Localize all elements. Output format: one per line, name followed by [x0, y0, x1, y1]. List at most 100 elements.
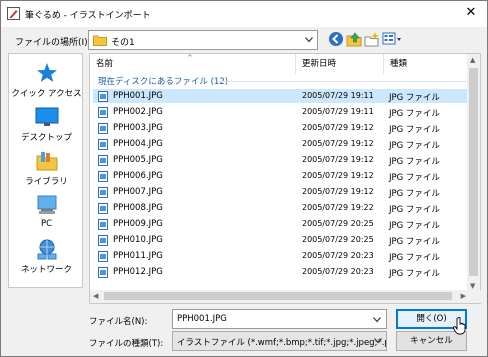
- jpg-file-icon: [98, 107, 108, 118]
- close-button[interactable]: ✕: [461, 4, 481, 22]
- filename-value: PPH001.JPG: [177, 314, 227, 324]
- filename-label: ファイル名(N):: [89, 317, 148, 327]
- place-quick-access[interactable]: クイック アクセス: [9, 62, 84, 99]
- file-date: 2005/07/29 19:12: [302, 187, 374, 196]
- jpg-file-icon: [98, 187, 108, 198]
- file-date: 2005/07/29 20:25: [302, 219, 374, 228]
- libraries-icon: [36, 152, 57, 171]
- file-row[interactable]: PPH007.JPG 2005/07/29 19:12 JPG ファイル: [93, 185, 468, 199]
- chevron-down-icon[interactable]: [373, 317, 381, 323]
- file-row[interactable]: PPH001.JPG 2005/07/29 19:11 JPG ファイル: [93, 89, 468, 103]
- place-label: クイック アクセス: [11, 89, 82, 99]
- place-pc[interactable]: PC: [9, 194, 84, 229]
- file-name: PPH006.JPG: [113, 171, 163, 181]
- chevron-down-icon[interactable]: [374, 338, 382, 344]
- folder-icon: [93, 35, 107, 46]
- title-bar: 筆ぐるめ - イラストインポート ✕: [1, 1, 487, 27]
- file-date: 2005/07/29 19:11: [302, 107, 374, 116]
- file-name: PPH007.JPG: [113, 187, 163, 197]
- jpg-file-icon: [98, 203, 108, 214]
- import-dialog: 筆ぐるめ - イラストインポート ✕ ファイルの場所(I): その1 クイック …: [0, 0, 488, 357]
- jpg-file-icon: [98, 251, 108, 262]
- app-icon: [7, 7, 20, 20]
- file-row[interactable]: PPH004.JPG 2005/07/29 19:12 JPG ファイル: [93, 137, 468, 151]
- network-icon: [37, 239, 56, 260]
- file-row[interactable]: PPH010.JPG 2005/07/29 20:25 JPG ファイル: [93, 233, 468, 247]
- place-libraries[interactable]: ライブラリ: [9, 150, 84, 187]
- file-name: PPH004.JPG: [113, 139, 163, 149]
- file-type: JPG ファイル: [389, 269, 440, 279]
- jpg-file-icon: [98, 91, 108, 102]
- chevron-down-icon: [305, 37, 313, 43]
- file-type: JPG ファイル: [389, 205, 440, 215]
- scroll-right-icon[interactable]: ▶: [461, 292, 466, 300]
- place-label: ライブラリ: [25, 177, 68, 187]
- file-type: JPG ファイル: [389, 253, 440, 263]
- file-date: 2005/07/29 19:11: [302, 91, 374, 100]
- file-name: PPH003.JPG: [113, 123, 163, 133]
- jpg-file-icon: [98, 171, 108, 182]
- places-bar: クイック アクセス デスクトップ ライブラリ PC ネットワーク: [8, 53, 83, 288]
- file-date: 2005/07/29 19:12: [302, 139, 374, 148]
- jpg-file-icon: [98, 267, 108, 278]
- file-name: PPH002.JPG: [113, 107, 163, 117]
- file-type: JPG ファイル: [389, 189, 440, 199]
- scroll-thumb[interactable]: [104, 292, 452, 300]
- back-icon[interactable]: [328, 31, 344, 47]
- file-name: PPH010.JPG: [113, 235, 163, 245]
- window-title: 筆ぐるめ - イラストインポート: [25, 11, 151, 21]
- jpg-file-icon: [98, 155, 108, 166]
- file-list[interactable]: 名前 ^ 更新日時 種類 現在ディスクにあるファイル (12) PPH001.J…: [89, 53, 482, 304]
- vertical-scrollbar[interactable]: ▲ ▼: [467, 54, 480, 291]
- mouse-cursor-hand-icon: [453, 317, 466, 335]
- up-folder-icon[interactable]: [346, 31, 362, 47]
- file-row[interactable]: PPH002.JPG 2005/07/29 19:11 JPG ファイル: [93, 105, 468, 119]
- location-value: その1: [111, 38, 135, 48]
- file-row[interactable]: PPH012.JPG 2005/07/29 20:23 JPG ファイル: [93, 265, 468, 279]
- column-header-type[interactable]: 種類: [384, 54, 468, 74]
- file-date: 2005/07/29 19:12: [302, 155, 374, 164]
- place-label: PC: [40, 219, 53, 229]
- file-type: JPG ファイル: [389, 237, 440, 247]
- scroll-thumb[interactable]: [469, 68, 478, 276]
- view-menu-icon[interactable]: [382, 31, 402, 47]
- file-row[interactable]: PPH008.JPG 2005/07/29 19:22 JPG ファイル: [93, 201, 468, 215]
- scroll-up-icon[interactable]: ▲: [470, 56, 475, 64]
- file-name: PPH011.JPG: [113, 251, 163, 261]
- file-row[interactable]: PPH005.JPG 2005/07/29 19:12 JPG ファイル: [93, 153, 468, 167]
- file-date: 2005/07/29 19:12: [302, 171, 374, 180]
- location-label: ファイルの場所(I):: [15, 38, 91, 48]
- quick-access-star-icon: [36, 63, 57, 82]
- desktop-icon: [35, 107, 58, 126]
- place-network[interactable]: ネットワーク: [9, 238, 84, 275]
- column-header-date[interactable]: 更新日時: [296, 54, 384, 74]
- jpg-file-icon: [98, 219, 108, 230]
- place-desktop[interactable]: デスクトップ: [9, 106, 84, 143]
- new-folder-icon[interactable]: [364, 31, 380, 47]
- file-type: JPG ファイル: [389, 109, 440, 119]
- file-type: JPG ファイル: [389, 173, 440, 183]
- file-date: 2005/07/29 19:22: [302, 203, 374, 212]
- scroll-down-icon[interactable]: ▼: [470, 282, 475, 290]
- sort-ascending-icon: ^: [187, 54, 193, 62]
- file-row[interactable]: PPH009.JPG 2005/07/29 20:25 JPG ファイル: [93, 217, 468, 231]
- pc-icon: [37, 195, 56, 214]
- filetype-value: イラストファイル (*.wmf;*.bmp;*.tif;*.jpg;*.jpeg…: [177, 338, 387, 348]
- file-row[interactable]: PPH006.JPG 2005/07/29 19:12 JPG ファイル: [93, 169, 468, 183]
- place-label: ネットワーク: [20, 265, 72, 275]
- file-type: JPG ファイル: [389, 141, 440, 151]
- column-header-name[interactable]: 名前 ^: [90, 54, 296, 74]
- scroll-left-icon[interactable]: ◀: [93, 292, 98, 300]
- horizontal-scrollbar[interactable]: ◀ ▶: [90, 290, 482, 303]
- filename-input[interactable]: PPH001.JPG: [172, 309, 387, 329]
- filetype-select[interactable]: イラストファイル (*.wmf;*.bmp;*.tif;*.jpg;*.jpeg…: [172, 331, 387, 351]
- file-type: JPG ファイル: [389, 93, 440, 103]
- file-row[interactable]: PPH011.JPG 2005/07/29 20:23 JPG ファイル: [93, 249, 468, 263]
- file-type: JPG ファイル: [389, 157, 440, 167]
- location-combobox[interactable]: その1: [88, 30, 318, 50]
- filetype-label: ファイルの種類(T):: [89, 339, 164, 349]
- file-row[interactable]: PPH003.JPG 2005/07/29 19:12 JPG ファイル: [93, 121, 468, 135]
- file-name: PPH009.JPG: [113, 219, 163, 229]
- file-date: 2005/07/29 20:23: [302, 267, 374, 276]
- file-date: 2005/07/29 20:23: [302, 251, 374, 260]
